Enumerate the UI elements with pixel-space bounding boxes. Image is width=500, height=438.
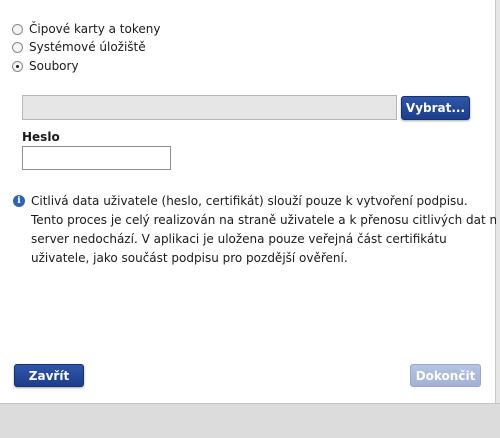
info-icon: i: [13, 195, 25, 207]
info-line: server nedochází. V aplikaci je uložena …: [31, 232, 447, 246]
radio-label-files: Soubory: [29, 59, 79, 73]
radio-option-system-store[interactable]: Systémové úložiště: [12, 39, 146, 55]
radio-option-files[interactable]: Soubory: [12, 58, 79, 74]
info-line: uživatele, jako součást podpisu pro pozd…: [31, 251, 348, 265]
radio-option-smartcards[interactable]: Čipové karty a tokeny: [12, 21, 160, 37]
info-message: Citlivá data uživatele (heslo, certifiká…: [31, 192, 500, 268]
browse-button[interactable]: Vybrat...: [401, 96, 470, 120]
radio-label-smartcards: Čipové karty a tokeny: [29, 22, 161, 36]
window-frame-bottom: [0, 403, 500, 438]
window-frame-right: [496, 0, 500, 403]
password-input[interactable]: [22, 146, 171, 170]
file-path-field[interactable]: [22, 95, 397, 120]
info-line: Tento proces je celý realizován na stran…: [31, 213, 500, 227]
info-line: Citlivá data uživatele (heslo, certifiká…: [31, 194, 468, 208]
radio-button-selected[interactable]: [12, 60, 23, 72]
radio-button[interactable]: [12, 23, 23, 35]
finish-button[interactable]: Dokončit: [410, 364, 481, 387]
password-label: Heslo: [22, 130, 60, 144]
certificate-dialog: Čipové karty a tokeny Systémové úložiště…: [0, 0, 500, 403]
radio-label-system-store: Systémové úložiště: [29, 40, 146, 54]
close-button[interactable]: Zavřít: [14, 364, 84, 387]
radio-button[interactable]: [12, 41, 23, 53]
